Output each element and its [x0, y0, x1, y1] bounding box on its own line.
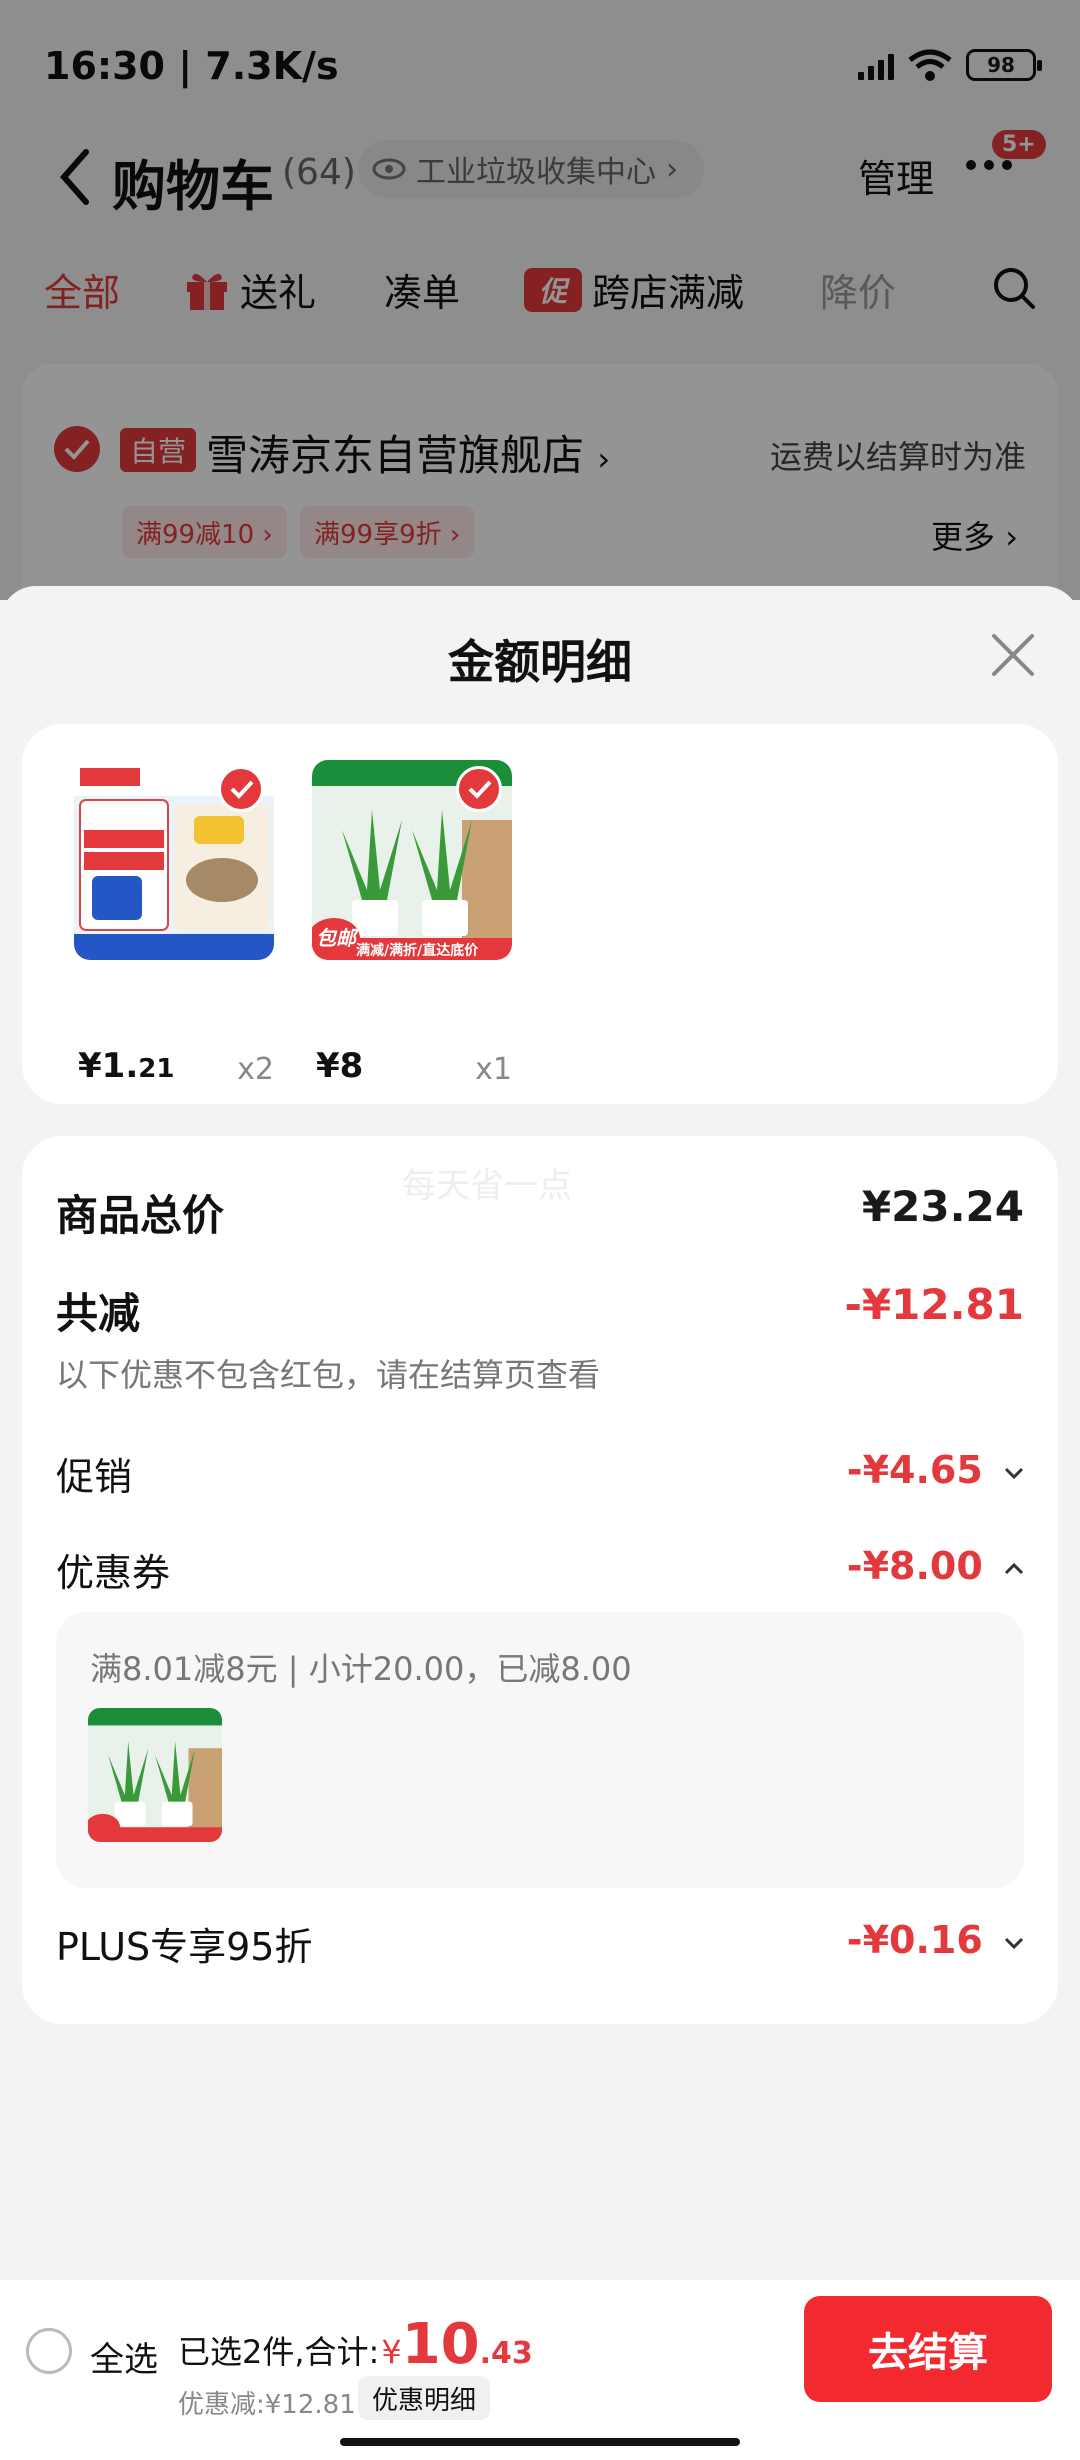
currency-symbol: ¥	[381, 2333, 402, 2371]
close-icon[interactable]	[988, 630, 1038, 680]
coupon-detail-panel: 满8.01减8元 | 小计20.00，已减8.00	[56, 1612, 1024, 1888]
free-shipping-ribbon: 包邮	[316, 926, 356, 950]
checkout-button[interactable]: 去结算	[804, 2296, 1052, 2402]
total-decimal: .43	[479, 2336, 533, 2371]
check-icon	[468, 780, 492, 799]
discount-detail-button[interactable]: 优惠明细	[358, 2376, 491, 2420]
total-reduction-value: -¥12.81	[844, 1280, 1024, 1329]
product-checkbox[interactable]	[218, 766, 264, 812]
product-item[interactable]: 包邮 满减/满折/直达底价 ¥8 x1	[312, 760, 512, 1087]
total-price-value: ¥23.24	[861, 1182, 1024, 1231]
modal-overlay[interactable]	[0, 0, 1080, 600]
coupon-detail-text: 满8.01减8元 | 小计20.00，已减8.00	[90, 1650, 632, 1688]
product-checkbox[interactable]	[456, 766, 502, 812]
plus-discount-label: PLUS专享95折	[56, 1925, 313, 1969]
savings-text: 优惠减:¥12.81	[178, 2390, 356, 2420]
total-price-label: 商品总价	[56, 1191, 225, 1240]
coupon-row[interactable]: -¥8.00	[847, 1544, 1024, 1588]
select-all-checkbox[interactable]	[26, 2328, 72, 2374]
chevron-down-icon	[1004, 1937, 1024, 1949]
product-banner: 满减/满折/直达底价	[356, 943, 479, 959]
product-price: ¥8	[316, 1046, 364, 1086]
selected-count-text: 已选2件,合计:	[178, 2333, 380, 2371]
home-indicator[interactable]	[340, 2438, 740, 2446]
plus-discount-value: -¥0.16	[846, 1918, 983, 1962]
cart-page-background: 16:30 | 7.3K/s 98 购物车 (64) 工业垃圾收集中心 › 管理…	[0, 0, 1080, 644]
select-all-label[interactable]: 全选	[90, 2332, 158, 2381]
chevron-up-icon	[1004, 1562, 1024, 1574]
selected-products-card: ¥1.21 x2 包邮 满减/满折/直达底价 ¥8 x1	[22, 724, 1058, 1104]
plus-discount-row[interactable]: -¥0.16	[847, 1918, 1024, 1962]
promotion-label: 促销	[56, 1455, 133, 1499]
amount-detail-sheet: 金额明细 ¥1.21 x2 包邮 满减/满折/直达底价 ¥8 x1 每天省一点 …	[0, 586, 1080, 2280]
chevron-down-icon	[1004, 1467, 1024, 1479]
coupon-label: 优惠券	[56, 1551, 171, 1595]
reduction-note: 以下优惠不包含红包，请在结算页查看	[56, 1356, 601, 1394]
price-breakdown-card: 每天省一点 商品总价 ¥23.24 共减 -¥12.81 以下优惠不包含红包，请…	[22, 1136, 1058, 2024]
check-icon	[230, 780, 254, 799]
product-quantity: x2	[237, 1052, 274, 1087]
salt-product-icon	[74, 760, 274, 960]
aloe-plant-icon: 包邮 满减/满折/直达底价	[312, 760, 512, 960]
total-reduction-label: 共减	[56, 1289, 141, 1338]
checkout-bar: 全选 已选2件,合计: ¥ 10 .43 优惠减:¥12.81 优惠明细 去结算	[0, 2280, 1080, 2460]
product-price: ¥1.21	[78, 1046, 175, 1086]
total-integer: 10	[401, 2312, 480, 2377]
coupon-value: -¥8.00	[846, 1544, 983, 1588]
promotion-row[interactable]: -¥4.65	[847, 1448, 1024, 1492]
order-total: 已选2件,合计: ¥ 10 .43	[178, 2312, 533, 2377]
aloe-plant-icon	[88, 1708, 222, 1842]
promotion-value: -¥4.65	[846, 1448, 983, 1492]
product-quantity: x1	[475, 1052, 512, 1087]
sheet-title: 金额明细	[448, 635, 632, 689]
watermark: 每天省一点	[402, 1166, 572, 1206]
product-item[interactable]: ¥1.21 x2	[74, 760, 274, 1087]
